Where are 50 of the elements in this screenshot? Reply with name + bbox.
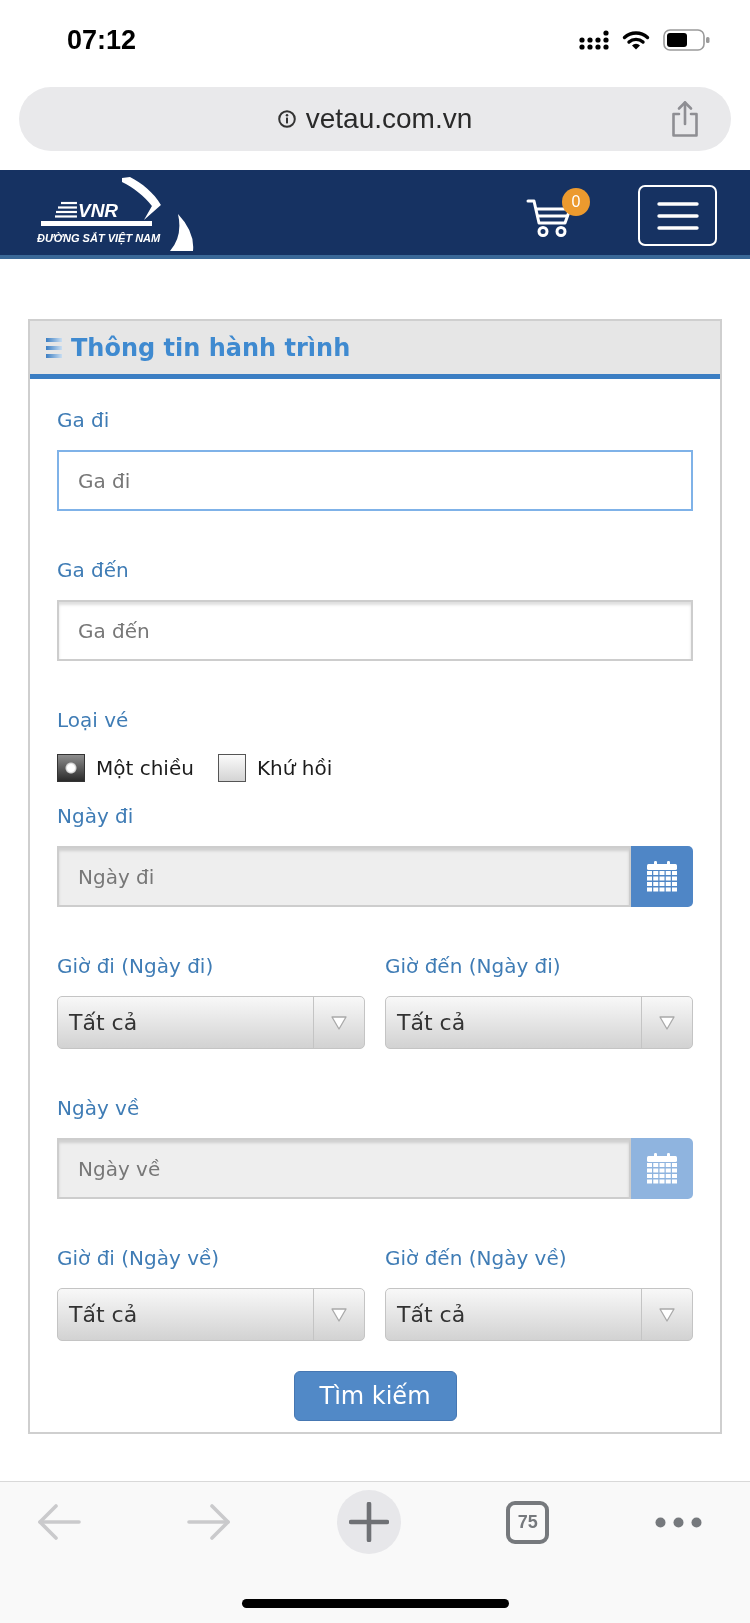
option-label[interactable]: Một chiều	[96, 756, 194, 780]
speed-lines-drawing	[55, 201, 77, 218]
dropdown[interactable]: Tất cả	[57, 1288, 365, 1341]
calendar-icon	[647, 1153, 677, 1184]
info-icon[interactable]	[277, 110, 296, 128]
signal-icon	[579, 30, 609, 50]
logo-tagline: ĐƯỜNG SẮT VIỆT NAM	[37, 232, 161, 245]
field-label: Ga đi	[57, 408, 110, 432]
field-label: Ngày về	[57, 1096, 140, 1120]
address-bar[interactable]: vetau.com.vn	[19, 87, 731, 151]
plus-icon	[348, 1502, 389, 1542]
menu-button[interactable]	[638, 185, 717, 246]
field-label: Giờ đến (Ngày về)	[385, 1246, 567, 1270]
battery-icon	[663, 29, 710, 51]
field-label: Ngày đi	[57, 804, 134, 828]
sail-drawing	[170, 214, 194, 251]
list-icon	[46, 336, 62, 359]
cart-icon[interactable]	[526, 198, 572, 238]
field-label: Giờ đi (Ngày về)	[57, 1246, 220, 1270]
dropdown[interactable]: Tất cả	[385, 1288, 693, 1341]
more-icon[interactable]	[655, 1516, 702, 1528]
date-field[interactable]: Ngày đi	[57, 846, 631, 907]
swoosh-drawing	[122, 177, 162, 221]
logo-wordmark: VNR	[77, 201, 120, 221]
tabs-button[interactable]: 75	[506, 1500, 550, 1544]
field-label: Giờ đi (Ngày đi)	[57, 954, 214, 978]
option-label[interactable]: Khứ hồi	[256, 756, 333, 780]
wifi-icon	[622, 30, 650, 50]
text-field[interactable]: Ga đến	[57, 600, 693, 661]
caret-icon	[331, 1307, 347, 1322]
cart-count-badge: 0	[562, 188, 590, 216]
field-label: Ga đến	[57, 558, 129, 582]
dropdown[interactable]: Tất cả	[385, 996, 693, 1049]
field-label: Loại vé	[57, 708, 129, 732]
panel-title: Thông tin hành trình	[71, 332, 351, 363]
radio-button[interactable]	[217, 754, 246, 782]
radio-button[interactable]	[57, 754, 85, 782]
url-text[interactable]: vetau.com.vn	[305, 102, 473, 136]
calendar-icon	[647, 861, 677, 892]
menu-icon	[656, 201, 699, 230]
text-field[interactable]: Ga đi	[57, 450, 693, 511]
share-icon[interactable]	[670, 100, 700, 138]
calendar-button[interactable]	[631, 846, 693, 907]
field-label: Giờ đến (Ngày đi)	[385, 954, 561, 978]
clock-time: 07:12	[67, 24, 137, 56]
caret-icon	[659, 1307, 675, 1322]
caret-icon	[659, 1015, 675, 1030]
dropdown[interactable]: Tất cả	[57, 996, 365, 1049]
search-button[interactable]: Tìm kiếm	[293, 1371, 457, 1421]
caret-icon	[331, 1015, 347, 1030]
